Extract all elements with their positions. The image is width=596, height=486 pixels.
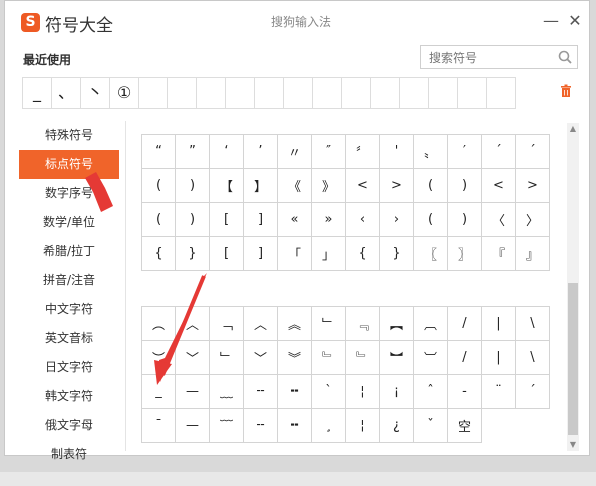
annotation-arrow-icon: [161, 275, 206, 376]
annotation-arrowhead-icon: [154, 360, 172, 385]
taskbar-strip: [0, 472, 596, 486]
annotation-arrow-icon: [85, 172, 113, 212]
annotation-layer: [85, 172, 207, 385]
